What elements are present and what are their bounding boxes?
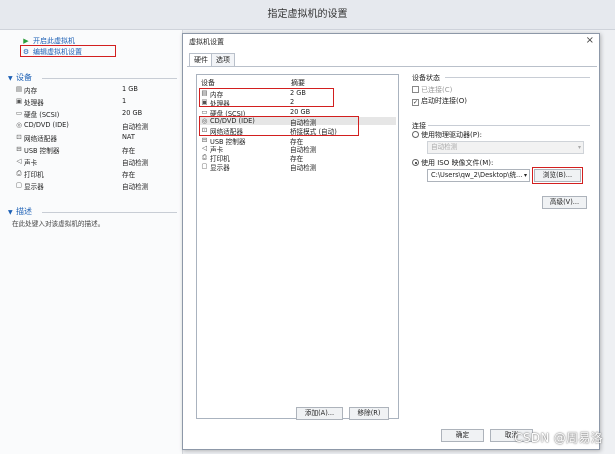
description-placeholder[interactable]: 在此处键入对该虚拟机的描述。 [12,218,104,228]
chevron-down-icon: ▾ [523,172,527,179]
physical-drive-select[interactable]: 自动检测 ▾ [427,141,584,154]
list-item[interactable]: ⎙ 打印机 存在 [200,153,396,163]
usb-icon: ⊟ [201,136,208,144]
collapse-icon: ▼ [8,209,13,216]
device-row[interactable]: ▣ 处理器 1 [14,97,179,107]
radio-icon [412,131,419,138]
printer-icon: ⎙ [16,169,22,177]
tab-hardware[interactable]: 硬件 [189,53,213,67]
list-item[interactable]: ▢ 显示器 自动检测 [200,162,396,172]
tab-divider [187,66,597,67]
remove-device-button[interactable]: 移除(R) [349,407,389,420]
description-heading[interactable]: ▼ 描述 [8,206,32,217]
device-row[interactable]: ⎙ 打印机 存在 [14,169,179,179]
column-header-device: 设备 [201,79,215,87]
column-header-summary: 摘要 [291,79,305,87]
connect-at-power-on-checkbox[interactable]: ✓ 启动时连接(O) [412,96,467,106]
vm-summary-panel: ▶ 开启此虚拟机 ⚙ 编辑虚拟机设置 ▼ 设备 ▤ 内存 1 GB ▣ 处理器 1 ▭ 硬盘 (… [0,30,183,454]
divider [42,78,177,79]
power-on-label: 开启此虚拟机 [33,37,75,45]
collapse-icon: ▼ [8,75,13,82]
vm-settings-dialog: 虚拟机设置 × 硬件 选项 设备 摘要 ▤ 内存 2 GB ▣ 处理器 2 ▭ 硬盘 (S… [182,33,600,450]
hardware-list[interactable]: 设备 摘要 ▤ 内存 2 GB ▣ 处理器 2 ▭ 硬盘 (SCSI) 20 GB ◎ CD/… [196,74,399,419]
radio-selected-icon [412,159,419,166]
cpu-icon: ▣ [15,97,23,105]
ok-button[interactable]: 确定 [441,429,484,442]
checkbox-checked-icon: ✓ [412,99,419,106]
list-item[interactable]: ▭ 硬盘 (SCSI) 20 GB [200,108,396,118]
dialog-titlebar[interactable]: 虚拟机设置 × [183,34,599,49]
disk-icon: ▭ [15,109,23,117]
memory-icon: ▤ [15,85,23,93]
sound-icon: ◁ [16,157,22,165]
iso-image-radio[interactable]: 使用 ISO 映像文件(M): [412,158,493,168]
window-title: 指定虚拟机的设置 [0,0,615,30]
list-item[interactable]: ◁ 声卡 自动检测 [200,144,396,154]
device-row[interactable]: ▤ 内存 1 GB [14,85,179,95]
watermark: CSDN @周易洛 [514,431,603,445]
device-status-title: 设备状态 [412,74,440,82]
highlight-box [199,116,359,136]
add-device-button[interactable]: 添加(A)... [296,407,343,420]
network-icon: ⊡ [16,133,22,141]
device-row[interactable]: ▢ 显示器 自动检测 [14,181,179,191]
play-icon: ▶ [23,37,29,45]
printer-icon: ⎙ [201,153,208,161]
display-icon: ▢ [15,181,23,189]
cdrom-icon: ◎ [16,121,22,129]
device-row[interactable]: ◁ 声卡 自动检测 [14,157,179,167]
divider [42,212,177,213]
highlight-box [20,45,116,57]
device-row[interactable]: ⊡ 网络适配器 NAT [14,133,179,143]
physical-drive-radio[interactable]: 使用物理驱动器(P): [412,130,482,140]
dialog-title: 虚拟机设置 [189,38,224,46]
highlight-box [199,88,334,107]
devices-heading[interactable]: ▼ 设备 [8,72,32,83]
close-icon[interactable]: × [586,35,594,46]
usb-icon: ⊟ [16,145,22,153]
device-row[interactable]: ⊟ USB 控制器 存在 [14,145,179,155]
sound-icon: ◁ [201,144,208,152]
chevron-down-icon: ▾ [577,144,581,151]
tab-options[interactable]: 选项 [211,53,235,66]
divider [428,125,590,126]
iso-path-combo[interactable]: C:\Users\qw_2\Desktop\统... ▾ [427,169,530,182]
display-icon: ▢ [201,162,208,170]
connected-checkbox[interactable]: 已连接(C) [412,85,452,95]
device-row[interactable]: ▭ 硬盘 (SCSI) 20 GB [14,109,179,119]
advanced-button[interactable]: 高级(V)... [542,196,587,209]
checkbox-icon [412,86,419,93]
highlight-box [532,167,583,184]
device-row[interactable]: ◎ CD/DVD (IDE) 自动检测 [14,121,179,131]
disk-icon: ▭ [201,108,208,116]
list-item[interactable]: ⊟ USB 控制器 存在 [200,136,396,146]
divider [445,77,590,78]
